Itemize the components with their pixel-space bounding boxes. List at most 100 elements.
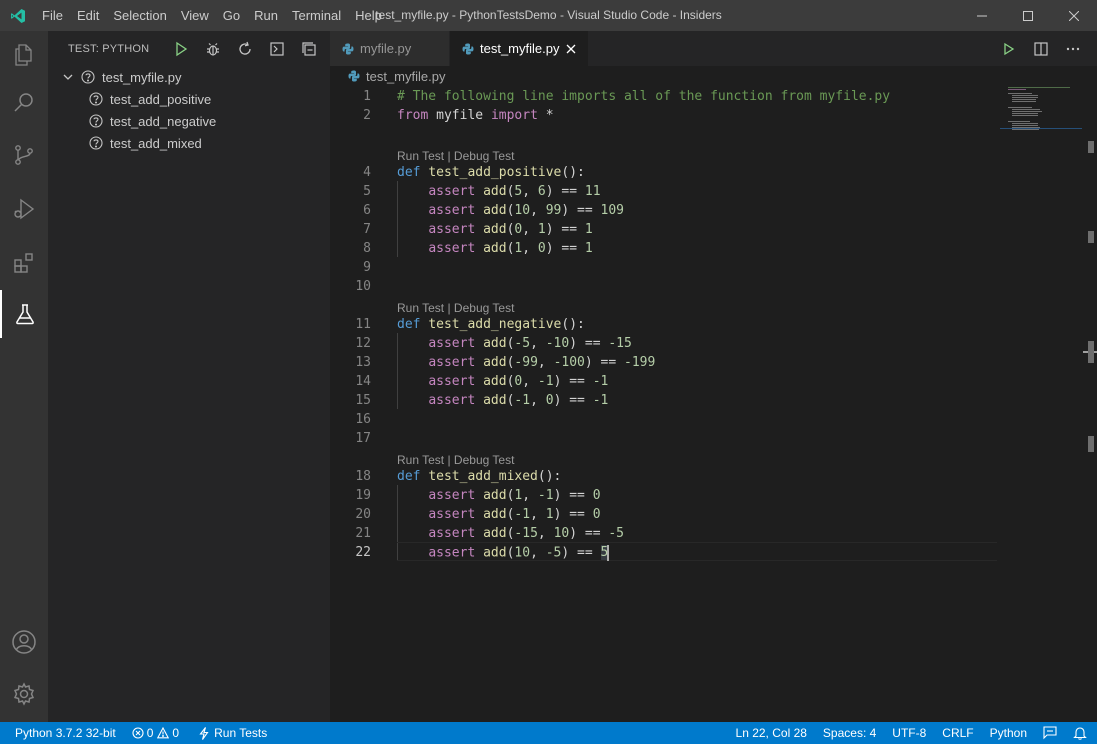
python-interpreter[interactable]: Python 3.7.2 32-bit	[0, 722, 124, 744]
run-debug-test-codelens[interactable]: Run Test | Debug Test	[397, 149, 514, 163]
code-line: 16	[330, 410, 1097, 429]
close-window-button[interactable]	[1051, 0, 1097, 31]
menu-help[interactable]: Help	[348, 0, 389, 31]
code-text: assert add(10, -5) == 5	[428, 544, 610, 561]
line-number: 16	[355, 412, 371, 427]
lightning-bolt-icon	[199, 726, 209, 740]
code-text: assert add(5, 6) == 11	[428, 184, 601, 199]
run-debug-test-codelens[interactable]: Run Test | Debug Test	[397, 453, 514, 467]
test-file-node[interactable]: test_myfile.py	[48, 66, 330, 88]
minimap-line	[1012, 109, 1040, 110]
test-tree: test_myfile.py test_add_positive test_ad…	[48, 66, 330, 154]
run-debug-icon[interactable]	[0, 185, 48, 233]
line-number: 14	[355, 374, 371, 389]
settings-gear-icon[interactable]	[0, 670, 48, 718]
minimap-viewport-indicator	[1000, 128, 1082, 129]
test-unknown-status-icon	[88, 135, 104, 151]
code-text: def test_add_negative():	[397, 317, 585, 332]
status-bar-right: Ln 22, Col 28 Spaces: 4 UTF-8 CRLF Pytho…	[728, 722, 1097, 744]
minimap-line	[1008, 93, 1032, 94]
minimize-button[interactable]	[959, 0, 1005, 31]
cursor-position[interactable]: Ln 22, Col 28	[728, 722, 815, 744]
maximize-button[interactable]	[1005, 0, 1051, 31]
code-line: 19 assert add(1, -1) == 0	[330, 486, 1097, 505]
code-text: assert add(-1, 0) == -1	[428, 393, 609, 408]
file-encoding[interactable]: UTF-8	[884, 722, 934, 744]
search-icon[interactable]	[0, 79, 48, 127]
line-number: 4	[363, 165, 371, 180]
code-text: assert add(1, 0) == 1	[428, 241, 593, 256]
menu-run[interactable]: Run	[247, 0, 285, 31]
editor-actions	[993, 31, 1089, 66]
close-icon[interactable]	[566, 44, 576, 54]
menu-terminal[interactable]: Terminal	[285, 0, 348, 31]
code-line: 6 assert add(10, 99) == 109	[330, 201, 1097, 220]
code-line: 11 def test_add_negative():	[330, 315, 1097, 334]
tab-myfile[interactable]: myfile.py	[330, 31, 450, 66]
menu-bar: File Edit Selection View Go Run Terminal…	[35, 0, 389, 31]
code-editor[interactable]: 1 # The following line imports all of th…	[330, 86, 1097, 722]
end-of-line[interactable]: CRLF	[934, 722, 981, 744]
menu-go[interactable]: Go	[216, 0, 247, 31]
menu-edit[interactable]: Edit	[70, 0, 106, 31]
run-debug-test-codelens[interactable]: Run Test | Debug Test	[397, 301, 514, 315]
editor-tab-bar: myfile.py test_myfile.py	[330, 31, 1097, 66]
menu-view[interactable]: View	[174, 0, 216, 31]
feedback-icon[interactable]	[1035, 722, 1065, 744]
test-explorer-sidebar: TEST: PYTHON test_myfile.py test_add_pos…	[48, 31, 330, 722]
test-flask-icon[interactable]	[0, 290, 48, 338]
sidebar-actions	[165, 38, 325, 60]
indentation[interactable]: Spaces: 4	[815, 722, 884, 744]
show-output-icon[interactable]	[261, 38, 293, 60]
language-mode[interactable]: Python	[982, 722, 1035, 744]
minimap-line	[1012, 113, 1038, 114]
extensions-icon[interactable]	[0, 239, 48, 287]
collapse-all-icon[interactable]	[293, 38, 325, 60]
test-unknown-status-icon	[88, 91, 104, 107]
code-text: def test_add_mixed():	[397, 469, 562, 484]
code-text: assert add(-15, 10) == -5	[428, 526, 625, 541]
minimap-line	[1008, 121, 1030, 122]
test-item[interactable]: test_add_positive	[48, 88, 330, 110]
run-python-file-icon[interactable]	[993, 37, 1025, 61]
minimap-line	[1008, 89, 1026, 90]
minimap-line	[1012, 111, 1042, 112]
test-unknown-status-icon	[88, 113, 104, 129]
minimap-line	[1012, 95, 1038, 96]
refresh-tests-icon[interactable]	[229, 38, 261, 60]
code-line: 21 assert add(-15, 10) == -5	[330, 524, 1097, 543]
chevron-down-icon[interactable]	[60, 69, 76, 85]
minimap-line	[1012, 115, 1038, 116]
test-item[interactable]: test_add_negative	[48, 110, 330, 132]
split-editor-icon[interactable]	[1025, 37, 1057, 61]
menu-file[interactable]: File	[35, 0, 70, 31]
run-tests-status[interactable]: Run Tests	[187, 722, 275, 744]
python-file-icon	[462, 43, 474, 55]
breadcrumb-file[interactable]: test_myfile.py	[366, 69, 445, 84]
minimap-line	[1012, 125, 1038, 126]
minimap[interactable]	[1000, 86, 1084, 132]
problems-indicator[interactable]: 0 0	[124, 722, 187, 744]
minimap-line	[1012, 101, 1036, 102]
run-all-tests-icon[interactable]	[165, 38, 197, 60]
vertical-scrollbar[interactable]	[1083, 86, 1097, 722]
test-item[interactable]: test_add_mixed	[48, 132, 330, 154]
code-text: assert add(0, 1) == 1	[428, 222, 593, 237]
notifications-bell-icon[interactable]	[1065, 722, 1097, 744]
debug-all-tests-icon[interactable]	[197, 38, 229, 60]
activity-bar	[0, 31, 48, 722]
line-number: 9	[363, 260, 371, 275]
account-icon[interactable]	[0, 618, 48, 666]
line-number: 1	[363, 89, 371, 104]
source-control-icon[interactable]	[0, 131, 48, 179]
menu-selection[interactable]: Selection	[106, 0, 173, 31]
run-tests-label: Run Tests	[214, 726, 268, 740]
code-text: assert add(-5, -10) == -15	[428, 336, 632, 351]
overview-ruler-mark	[1088, 341, 1094, 363]
code-line: 17	[330, 429, 1097, 448]
test-item-label: test_add_positive	[110, 91, 212, 107]
explorer-icon[interactable]	[0, 31, 48, 79]
warning-count: 0	[172, 726, 180, 740]
more-actions-icon[interactable]	[1057, 37, 1089, 61]
tab-test-myfile[interactable]: test_myfile.py	[450, 31, 588, 66]
